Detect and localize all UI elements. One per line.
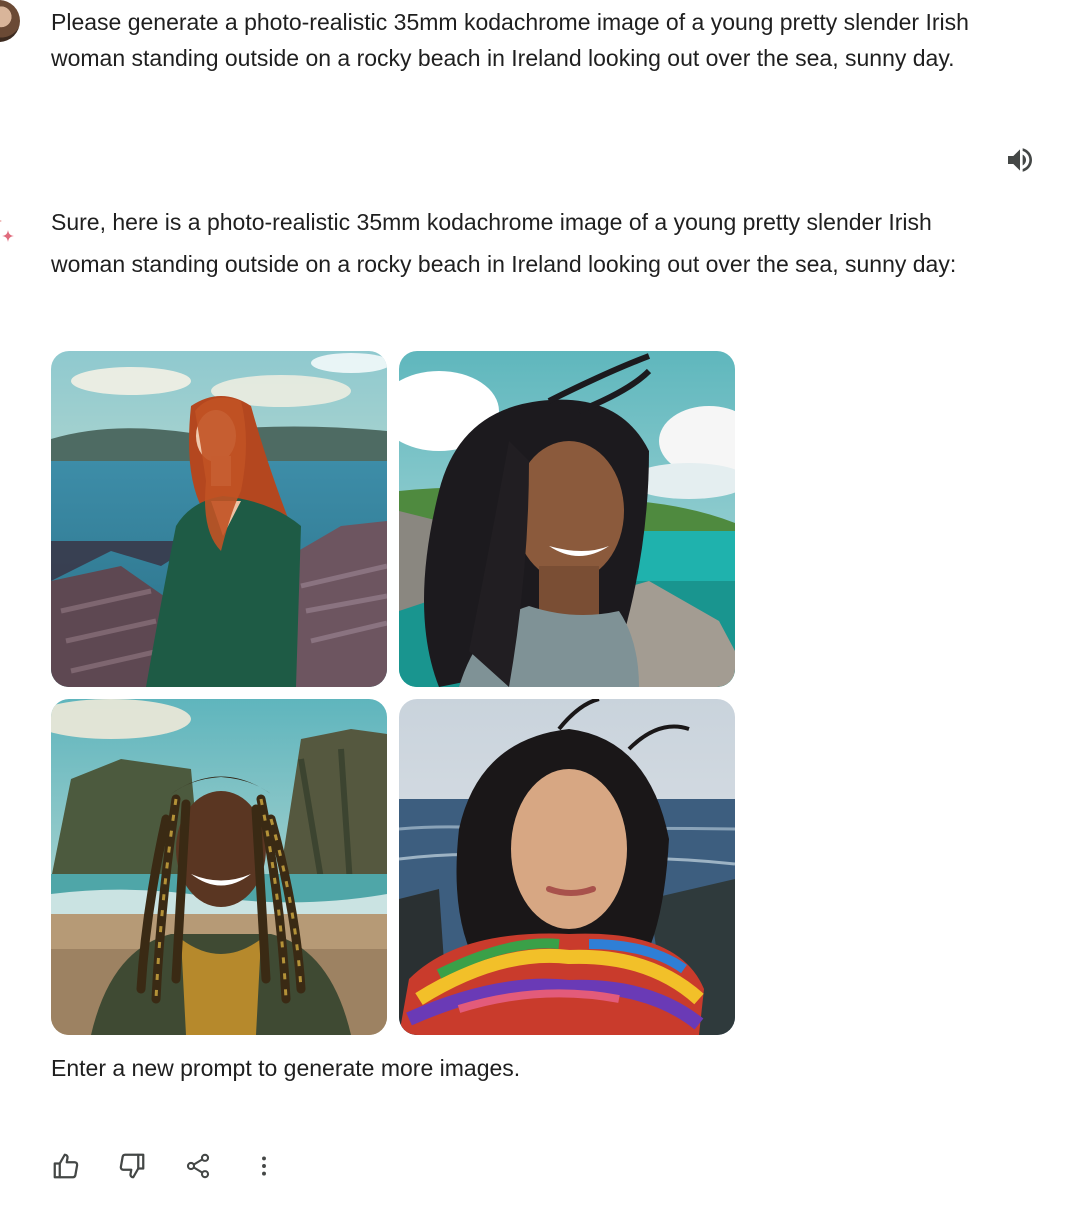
read-aloud-button[interactable]: [1003, 143, 1037, 177]
share-button[interactable]: [176, 1144, 220, 1188]
generated-image: [399, 351, 735, 687]
generated-image-3[interactable]: [51, 699, 387, 1035]
generated-image: [399, 699, 735, 1035]
share-icon: [186, 1153, 210, 1179]
generated-image: [51, 351, 387, 687]
generated-image-4[interactable]: [399, 699, 735, 1035]
thumbs-down-icon: [119, 1153, 145, 1179]
response-action-bar: [44, 1144, 308, 1188]
generated-image-1[interactable]: [51, 351, 387, 687]
user-prompt-text: Please generate a photo-realistic 35mm k…: [51, 9, 969, 71]
thumbs-down-button[interactable]: [110, 1144, 154, 1188]
more-vert-icon: [262, 1156, 266, 1176]
generated-image: [51, 699, 387, 1035]
speaker-icon: [1008, 148, 1032, 172]
sparkle-icon: [0, 220, 14, 242]
thumbs-up-icon: [53, 1153, 79, 1179]
more-options-button[interactable]: [242, 1144, 286, 1188]
thumbs-up-button[interactable]: [44, 1144, 88, 1188]
response-text: Sure, here is a photo-realistic 35mm kod…: [51, 209, 957, 277]
user-avatar: [0, 0, 20, 42]
generate-more-hint: Enter a new prompt to generate more imag…: [51, 1055, 521, 1081]
generated-image-2[interactable]: [399, 351, 735, 687]
generated-image-grid: [51, 351, 735, 1035]
